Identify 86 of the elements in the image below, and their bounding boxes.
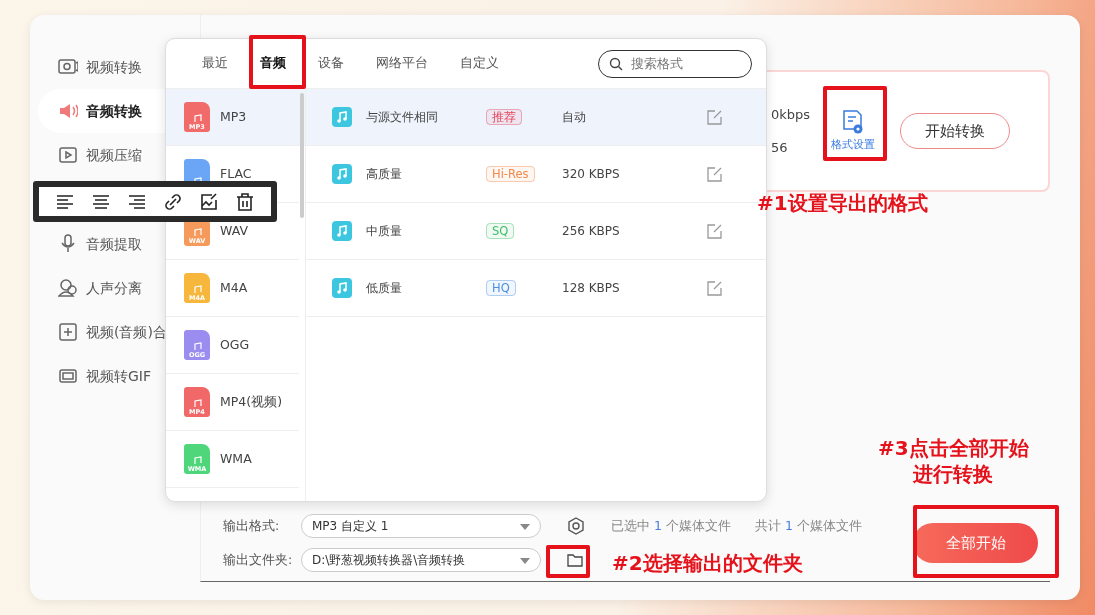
quality-tag: SQ	[486, 222, 515, 239]
value-text: 56	[770, 139, 788, 157]
preset-row[interactable]: 低质量 HQ 128 KBPS	[306, 260, 766, 317]
settings-button[interactable]	[567, 517, 585, 535]
music-note-icon	[192, 455, 202, 466]
sidebar-label: 视频压缩	[86, 145, 142, 165]
video-icon	[58, 57, 78, 77]
annotation-text: #3点击全部开始 进行转换	[878, 435, 1029, 487]
edit-icon	[707, 223, 723, 239]
quality-tag: 推荐	[486, 108, 522, 125]
link-icon[interactable]	[164, 192, 182, 211]
format-tab[interactable]: 设备	[302, 54, 360, 73]
sidebar-label: 音频提取	[86, 234, 142, 254]
image-edit-icon[interactable]	[200, 192, 218, 211]
highlight-frame	[546, 545, 590, 578]
sidebar-label: 视频(音频)合	[86, 322, 167, 342]
edit-button[interactable]	[707, 223, 723, 239]
edit-button[interactable]	[707, 109, 723, 125]
format-label: M4A	[220, 278, 248, 297]
format-settings-button[interactable]: 格式设置	[828, 109, 878, 153]
total-count-text: 共计 1 个媒体文件	[754, 516, 862, 535]
format-label: MP4(视频)	[220, 392, 283, 411]
search-icon	[609, 56, 623, 71]
align-left-icon[interactable]	[56, 192, 74, 211]
folder-icon	[567, 553, 583, 567]
format-label: WAV	[220, 221, 248, 240]
edit-icon	[707, 109, 723, 125]
field-label: 输出文件夹:	[223, 550, 293, 569]
format-select[interactable]: MP3 自定义 1	[301, 514, 541, 538]
start-convert-button[interactable]: 开始转换	[900, 112, 1010, 150]
preset-name: 高质量	[366, 166, 403, 183]
folder-select[interactable]: D:\野葱视频转换器\音频转换	[301, 548, 541, 572]
field-label: 输出格式:	[223, 516, 281, 535]
format-tab[interactable]: 音频	[244, 54, 302, 73]
music-note-icon	[332, 221, 352, 241]
sidebar-label: 人声分离	[86, 278, 142, 298]
edit-button[interactable]	[707, 280, 723, 296]
search-field[interactable]: 搜索格式	[598, 49, 752, 78]
edit-icon	[707, 280, 723, 296]
sidebar-label: 音频转换	[86, 101, 142, 121]
document-gear-icon	[841, 109, 865, 136]
highlight-frame	[249, 35, 306, 89]
music-note-icon	[332, 278, 352, 298]
bitrate-text: 128 KBPS	[562, 280, 621, 297]
bitrate-text: 256 KBPS	[562, 223, 621, 240]
settings-icon	[567, 517, 585, 535]
microphone-icon	[58, 234, 78, 254]
video-icon	[58, 145, 78, 165]
sidebar-label: 视频转换	[86, 57, 142, 77]
gif-icon	[58, 366, 78, 386]
music-note-icon	[192, 227, 202, 238]
caret-icon	[520, 557, 530, 564]
bitrate-text: 320 KBPS	[562, 166, 621, 183]
music-note-icon	[192, 341, 202, 352]
preset-name: 与源文件相同	[366, 109, 439, 126]
speaker-icon	[58, 101, 78, 121]
music-note-icon	[192, 398, 202, 409]
format-label: FLAC	[220, 164, 252, 183]
annotation-text: #2选择输出的文件夹	[612, 550, 803, 576]
quality-tag: HQ	[486, 279, 516, 296]
selected-count-text: 已选中 1 个媒体文件	[611, 516, 731, 535]
music-note-icon	[332, 107, 352, 127]
format-tab[interactable]: 网络平台	[360, 54, 444, 73]
music-note-icon	[332, 164, 352, 184]
preset-name: 中质量	[366, 223, 403, 240]
format-label: MP3	[220, 107, 247, 126]
format-tab[interactable]: 自定义	[444, 54, 515, 73]
format-label: OGG	[220, 335, 250, 354]
preset-row[interactable]: 与源文件相同 推荐 自动	[306, 89, 766, 146]
merge-icon	[58, 322, 78, 342]
sidebar-label: 视频转GIF	[86, 366, 152, 386]
person-icon	[58, 278, 78, 298]
preset-name: 低质量	[366, 280, 403, 297]
edit-icon	[707, 166, 723, 182]
trash-icon[interactable]	[236, 192, 254, 211]
format-label: WMA	[220, 449, 252, 468]
music-note-icon	[192, 113, 202, 124]
bitrate-text: 0kbps	[770, 105, 810, 124]
quality-tag: Hi-Res	[486, 165, 535, 182]
align-center-icon[interactable]	[92, 192, 110, 211]
music-note-icon	[192, 284, 202, 295]
edit-button[interactable]	[707, 166, 723, 182]
folder-button[interactable]	[567, 553, 583, 567]
bitrate-text: 自动	[562, 109, 587, 126]
caret-icon	[520, 523, 530, 530]
align-right-icon[interactable]	[128, 192, 146, 211]
